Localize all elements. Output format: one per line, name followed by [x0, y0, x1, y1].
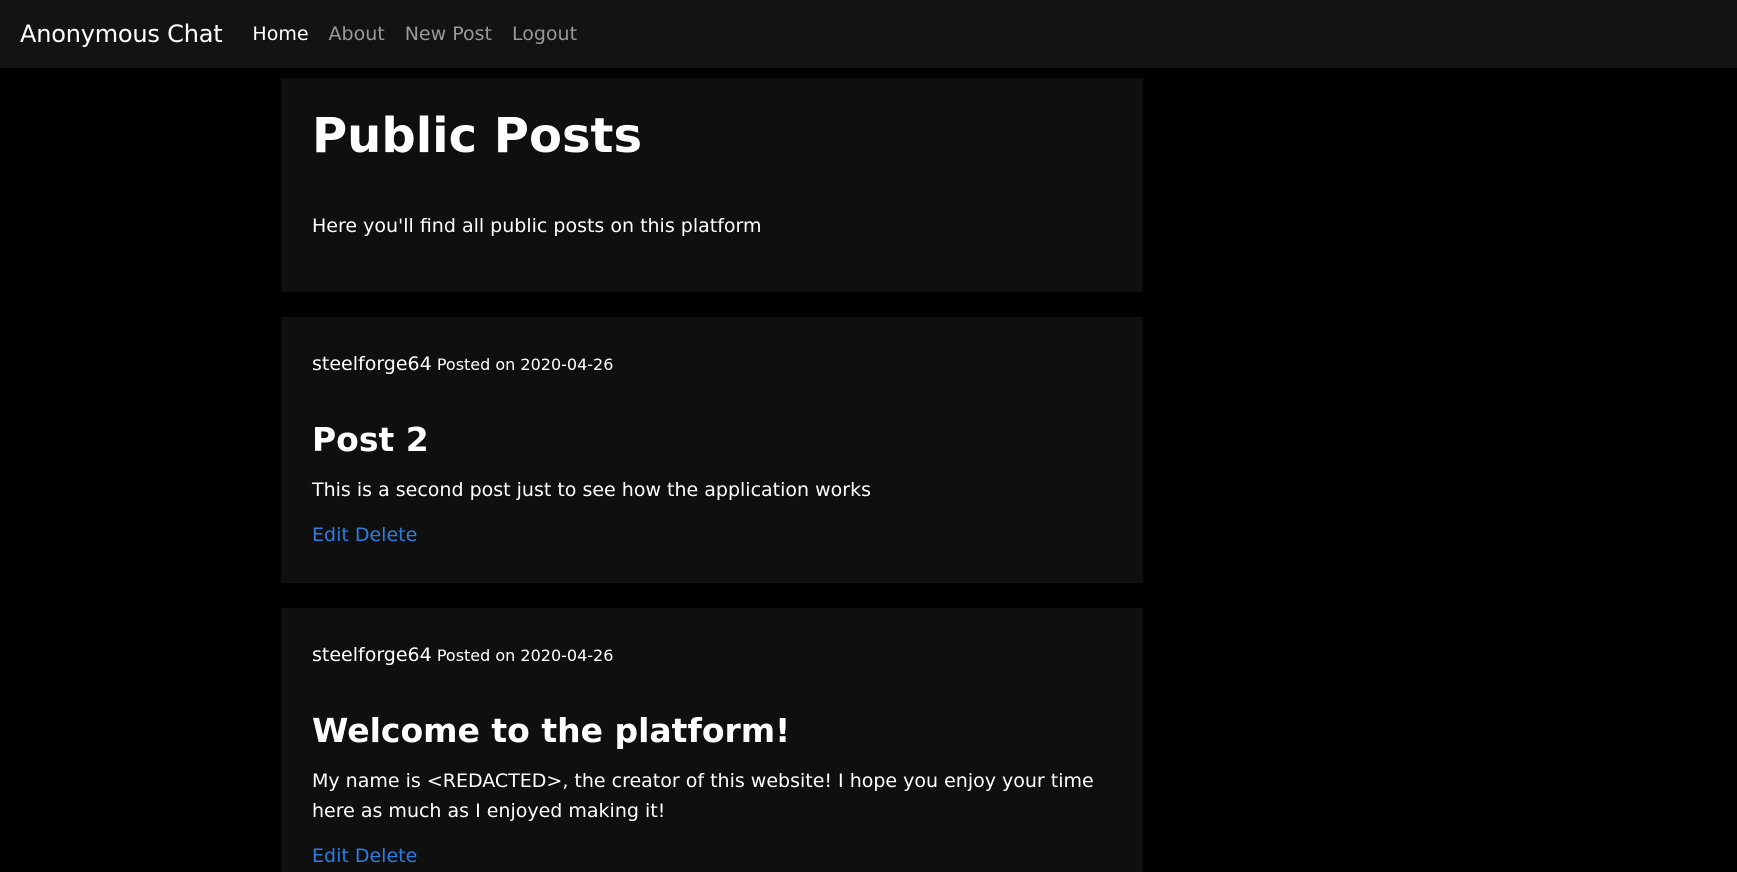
nav-link-logout[interactable]: Logout: [512, 23, 577, 45]
delete-post-link[interactable]: Delete: [355, 845, 417, 867]
post-date: Posted on 2020-04-26: [436, 355, 614, 374]
post-actions: Edit Delete: [312, 845, 417, 867]
page-lead: Here you'll find all public posts on thi…: [312, 215, 762, 237]
delete-post-link[interactable]: Delete: [355, 524, 417, 546]
edit-post-link[interactable]: Edit: [312, 845, 349, 867]
page-title: Public Posts: [312, 108, 643, 164]
nav-link-home[interactable]: Home: [252, 23, 308, 45]
nav-link-about[interactable]: About: [329, 23, 385, 45]
page-header-card: Public Posts Here you'll find all public…: [281, 78, 1143, 292]
post-author: steelforge64: [312, 353, 432, 375]
post-title: Welcome to the platform!: [312, 711, 791, 750]
post-card: steelforge64 Posted on 2020-04-26 Welcom…: [281, 608, 1143, 872]
top-navbar: Anonymous Chat Home About New Post Logou…: [0, 0, 1737, 68]
edit-post-link[interactable]: Edit: [312, 524, 349, 546]
post-author: steelforge64: [312, 644, 432, 666]
post-title: Post 2: [312, 420, 429, 459]
post-card: steelforge64 Posted on 2020-04-26 Post 2…: [281, 317, 1143, 583]
post-meta: steelforge64 Posted on 2020-04-26: [312, 353, 613, 375]
brand-link[interactable]: Anonymous Chat: [20, 20, 223, 48]
nav-link-new-post[interactable]: New Post: [405, 23, 492, 45]
post-meta: steelforge64 Posted on 2020-04-26: [312, 644, 613, 666]
post-actions: Edit Delete: [312, 524, 417, 546]
post-body: My name is <REDACTED>, the creator of th…: [312, 770, 1094, 822]
post-body: This is a second post just to see how th…: [312, 479, 871, 501]
post-date: Posted on 2020-04-26: [436, 646, 614, 665]
